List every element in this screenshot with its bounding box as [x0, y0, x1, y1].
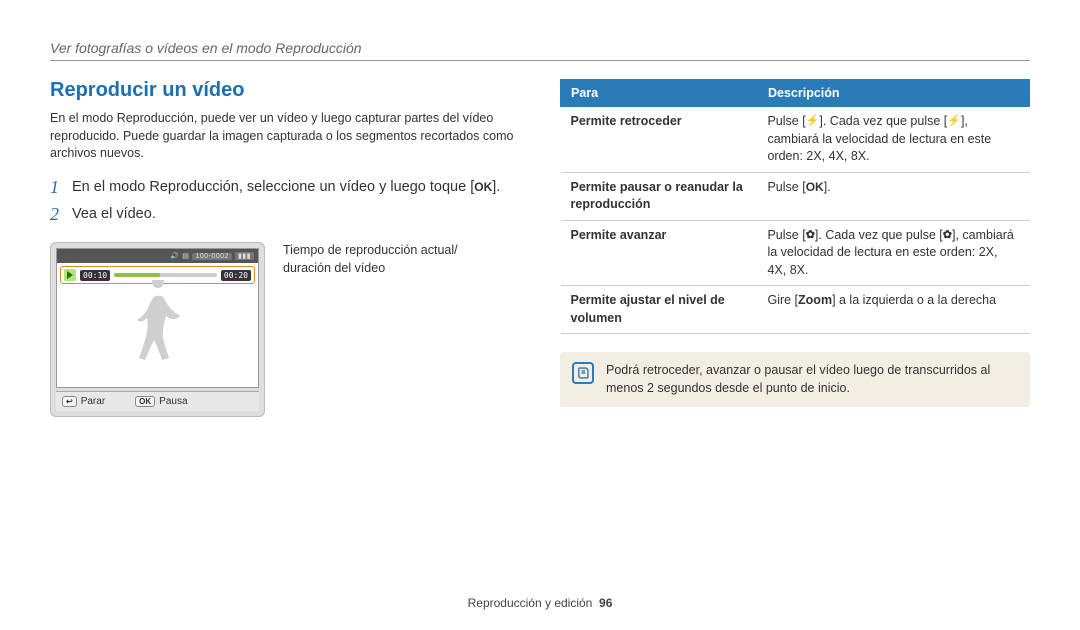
memory-icon: ▤ [182, 252, 189, 260]
row-label: Permite pausar o reanudar la reproducció… [561, 172, 758, 220]
row-desc: Pulse [⚡]. Cada vez que pulse [⚡], cambi… [757, 107, 1029, 173]
video-silhouette [123, 280, 193, 370]
file-counter: 100-0002 [192, 253, 232, 260]
page-number: 96 [599, 596, 612, 610]
row-label: Permite retroceder [561, 107, 758, 173]
step-text: En el modo Reproducción, seleccione un v… [72, 177, 500, 199]
flash-icon: ⚡ [947, 114, 961, 129]
step-2: 2 Vea el vídeo. [50, 204, 520, 226]
footer-section: Reproducción y edición [468, 596, 593, 610]
note-text: Podrá retroceder, avanzar o pausar el ví… [606, 362, 1018, 397]
row-desc: Pulse [✿]. Cada vez que pulse [✿], cambi… [757, 220, 1029, 286]
ok-icon: OK [806, 179, 824, 196]
stop-label: Parar [81, 396, 105, 407]
zoom-label: Zoom [798, 293, 832, 307]
table-header-para: Para [561, 80, 758, 107]
row-desc: Pulse [OK]. [757, 172, 1029, 220]
table-row: Permite ajustar el nivel de volumen Gire… [561, 286, 1030, 334]
camera-bottombar: ↩ Parar OK Pausa [56, 391, 259, 411]
step-1: 1 En el modo Reproducción, seleccione un… [50, 177, 520, 199]
table-row: Permite retroceder Pulse [⚡]. Cada vez q… [561, 107, 1030, 173]
header-divider [50, 60, 1030, 61]
speaker-icon: 🔊 [170, 252, 179, 260]
pause-label: Pausa [159, 396, 187, 407]
table-row: Permite avanzar Pulse [✿]. Cada vez que … [561, 220, 1030, 286]
macro-icon: ✿ [806, 228, 815, 243]
row-label: Permite avanzar [561, 220, 758, 286]
controls-table: Para Descripción Permite retroceder Puls… [560, 79, 1030, 334]
play-icon [64, 269, 76, 281]
left-column: Reproducir un vídeo En el modo Reproducc… [50, 79, 520, 417]
time-total: 00:20 [221, 270, 251, 281]
ok-key-icon: OK [135, 396, 155, 407]
camera-topbar: 🔊 ▤ 100-0002 ▮▮▮ [57, 249, 258, 263]
breadcrumb: Ver fotografías o vídeos en el modo Repr… [50, 40, 1030, 56]
step-number: 2 [50, 204, 62, 226]
time-current: 00:10 [80, 270, 110, 281]
camera-illustration: 🔊 ▤ 100-0002 ▮▮▮ 00:10 00:20 [50, 242, 265, 417]
ok-icon: OK [474, 178, 492, 196]
table-header-desc: Descripción [757, 80, 1029, 107]
right-column: Para Descripción Permite retroceder Puls… [560, 79, 1030, 417]
section-title: Reproducir un vídeo [50, 79, 520, 102]
table-row: Permite pausar o reanudar la reproducció… [561, 172, 1030, 220]
row-desc: Gire [Zoom] a la izquierda o a la derech… [757, 286, 1029, 334]
row-label: Permite ajustar el nivel de volumen [561, 286, 758, 334]
timebar-callout: Tiempo de reproducción actual/ duración … [283, 242, 463, 277]
step-number: 1 [50, 177, 62, 199]
step-text: Vea el vídeo. [72, 204, 156, 226]
progress-bar [114, 273, 217, 277]
macro-icon: ✿ [943, 228, 952, 243]
battery-icon: ▮▮▮ [235, 252, 254, 260]
note-icon [572, 362, 594, 384]
page-footer: Reproducción y edición 96 [0, 596, 1080, 610]
note-box: Podrá retroceder, avanzar o pausar el ví… [560, 352, 1030, 407]
section-intro: En el modo Reproducción, puede ver un ví… [50, 110, 520, 163]
back-key-icon: ↩ [62, 396, 77, 407]
flash-icon: ⚡ [806, 114, 820, 129]
